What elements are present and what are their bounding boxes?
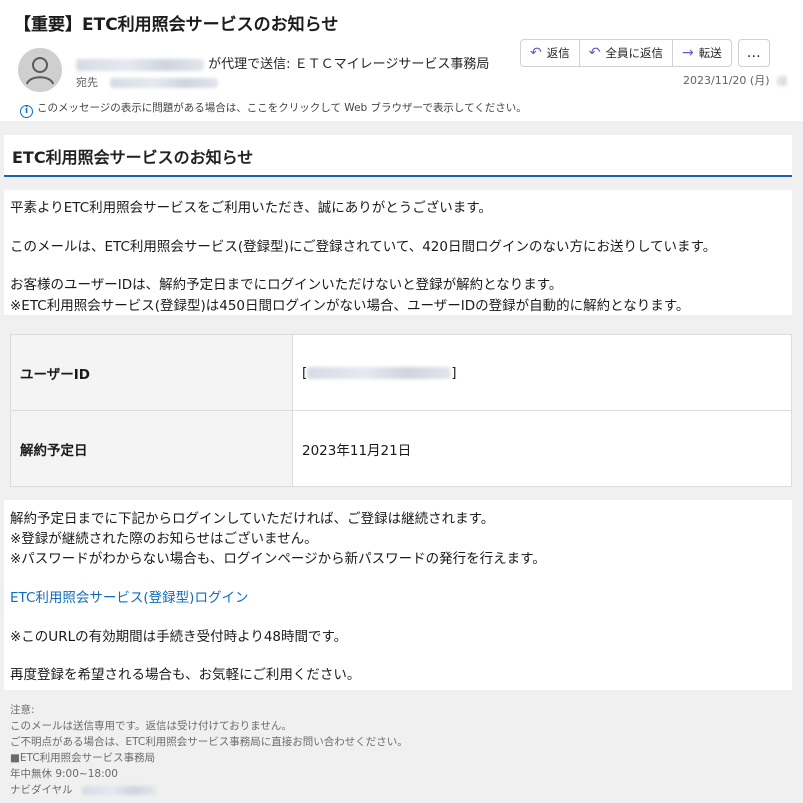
cancellation-warning-line: お客様のユーザーIDは、解約予定日までにログインいただけないと登録が解約となりま… xyxy=(10,277,563,293)
notes-line-4: 年中無休 9:00~18:00 xyxy=(10,768,118,780)
recipient-line: 宛先 xyxy=(76,74,218,90)
forward-button[interactable]: → 転送 xyxy=(673,40,731,66)
sender-line: が代理で送信: ＥＴＣマイレージサービス事務局 xyxy=(76,53,489,72)
user-id-redacted xyxy=(307,366,452,379)
recipient-explanation-paragraph: このメールは、ETC利用照会サービス(登録型)にご登録されていて、420日間ログ… xyxy=(10,239,717,255)
received-time-redacted xyxy=(776,76,787,86)
reply-all-button[interactable]: ↶ 全員に返信 xyxy=(580,40,673,66)
re-register-line: 再度登録を希望される場合も、お気軽にご利用ください。 xyxy=(10,667,361,683)
forward-icon: → xyxy=(681,45,694,61)
sender-name[interactable]: ＥＴＣマイレージサービス事務局 xyxy=(295,57,490,72)
notes-line-5: ナビダイヤル xyxy=(10,782,157,797)
no-notice-line: ※登録が継続された際のお知らせはございません。 xyxy=(10,531,318,547)
reply-icon: ↶ xyxy=(530,45,542,61)
user-id-label: ユーザーID xyxy=(10,334,293,411)
avatar-person-icon xyxy=(18,48,62,92)
user-id-close-bracket: ] xyxy=(451,364,457,381)
more-actions-button[interactable]: … xyxy=(737,39,770,67)
more-icon: … xyxy=(746,45,761,61)
greeting-paragraph: 平素よりETC利用照会サービスをご利用いただき、誠にありがとうございます。 xyxy=(10,200,492,216)
login-link[interactable]: ETC利用照会サービス(登録型)ログイン xyxy=(10,586,248,606)
navi-dial-number-redacted xyxy=(82,785,157,795)
account-info-table: ユーザーID [] 解約予定日 2023年11月21日 xyxy=(10,334,792,487)
reply-label: 返信 xyxy=(546,46,570,60)
cancel-date-label: 解約予定日 xyxy=(10,410,293,487)
notes-line-1: このメールは送信専用です。返信は受け付けておりません。 xyxy=(10,720,292,732)
reply-all-icon: ↶ xyxy=(588,45,601,61)
auto-cancellation-note: ※ETC利用照会サービス(登録型)は450日間ログインがない場合、ユーザーIDの… xyxy=(10,298,690,314)
email-heading: ETC利用照会サービスのお知らせ xyxy=(12,148,254,167)
forward-label: 転送 xyxy=(698,46,722,60)
table-row: ユーザーID [] xyxy=(10,334,792,411)
to-label: 宛先 xyxy=(76,76,98,89)
recipient-address-redacted[interactable] xyxy=(109,78,218,88)
table-row: 解約予定日 2023年11月21日 xyxy=(10,410,792,487)
url-validity-line: ※このURLの有効期間は手続き受付時より48時間です。 xyxy=(10,629,348,645)
sender-avatar[interactable] xyxy=(18,48,62,92)
received-date-text: 2023/11/20 (月) xyxy=(683,74,770,87)
email-subject: 【重要】ETC利用照会サービスのお知らせ xyxy=(14,15,339,35)
received-date: 2023/11/20 (月) xyxy=(683,72,787,88)
info-icon: i xyxy=(20,105,33,118)
reply-button-group: ↶ 返信 ↶ 全員に返信 → 転送 xyxy=(520,39,732,67)
cancel-date-value: 2023年11月21日 xyxy=(292,410,792,487)
navi-dial-label: ナビダイヤル xyxy=(10,784,73,796)
notes-line-3: ■ETC利用照会サービス事務局 xyxy=(10,752,156,764)
reply-all-label: 全員に返信 xyxy=(605,46,663,60)
password-reset-line: ※パスワードがわからない場合も、ログインページから新パスワードの発行を行えます。 xyxy=(10,551,546,567)
sent-on-behalf-label: が代理で送信: xyxy=(208,57,291,72)
user-id-value: [] xyxy=(292,334,792,411)
sender-address-redacted xyxy=(76,58,204,71)
message-actions: ↶ 返信 ↶ 全員に返信 → 転送 … xyxy=(520,39,770,67)
web-view-notice[interactable]: i このメッセージの表示に問題がある場合は、ここをクリックして Web ブラウザー… xyxy=(20,100,527,118)
web-view-notice-text: このメッセージの表示に問題がある場合は、ここをクリックして Web ブラウザーで… xyxy=(37,102,527,114)
notes-line-2: ご不明点がある場合は、ETC利用照会サービス事務局に直接お問い合わせください。 xyxy=(10,736,408,748)
reply-button[interactable]: ↶ 返信 xyxy=(521,40,580,66)
email-heading-block: ETC利用照会サービスのお知らせ xyxy=(4,135,792,177)
notes-title: 注意: xyxy=(10,704,35,716)
login-instruction-line: 解約予定日までに下記からログインしていただければ、ご登録は継続されます。 xyxy=(10,511,495,527)
